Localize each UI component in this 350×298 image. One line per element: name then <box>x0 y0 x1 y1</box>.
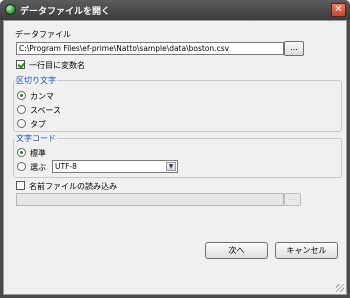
resize-grip-icon[interactable] <box>336 284 344 292</box>
close-button[interactable]: ✕ <box>331 3 346 17</box>
name-file-checkbox[interactable] <box>16 181 25 190</box>
encoding-legend: 文字コード <box>15 133 57 144</box>
data-file-label: データファイル <box>15 30 71 39</box>
app-logo-icon <box>5 4 16 15</box>
radio-encoding-default-label: 標準 <box>30 149 46 158</box>
radio-encoding-default[interactable] <box>17 148 26 157</box>
radio-space[interactable] <box>17 105 26 114</box>
radio-tab[interactable] <box>17 119 26 128</box>
data-file-path-input[interactable]: C:\Program Files\ef-prime\Natto\sample\d… <box>16 42 284 55</box>
delimiter-group <box>13 80 342 132</box>
radio-comma[interactable] <box>17 91 26 100</box>
cancel-button[interactable]: キャンセル <box>275 242 338 259</box>
encoding-select[interactable]: UTF-8 ▼ <box>52 160 178 173</box>
delimiter-legend: 区切り文字 <box>15 75 57 86</box>
header-row-checkbox[interactable] <box>16 60 25 69</box>
encoding-select-value: UTF-8 <box>55 162 77 171</box>
browse-button[interactable]: ... <box>284 41 304 56</box>
next-button[interactable]: 次へ <box>205 242 268 259</box>
name-file-browse-button: ... <box>284 193 301 206</box>
radio-tab-label: タブ <box>30 120 46 129</box>
name-file-label: 名前ファイルの読み込み <box>29 182 117 191</box>
radio-encoding-choose[interactable] <box>17 162 26 171</box>
radio-space-label: スペース <box>30 106 62 115</box>
name-file-path-input <box>16 193 284 206</box>
header-row-label: 一行目に変数名 <box>29 61 85 70</box>
radio-encoding-choose-label: 選ぶ <box>30 163 46 172</box>
dialog-window: データファイルを開く ✕ データファイル C:\Program Files\ef… <box>0 0 350 298</box>
chevron-down-icon[interactable]: ▼ <box>166 162 176 171</box>
dialog-body: データファイル C:\Program Files\ef-prime\Natto\… <box>3 20 347 295</box>
title-bar[interactable]: データファイルを開く ✕ <box>0 0 350 20</box>
window-title: データファイルを開く <box>20 7 111 17</box>
radio-comma-label: カンマ <box>30 92 54 101</box>
